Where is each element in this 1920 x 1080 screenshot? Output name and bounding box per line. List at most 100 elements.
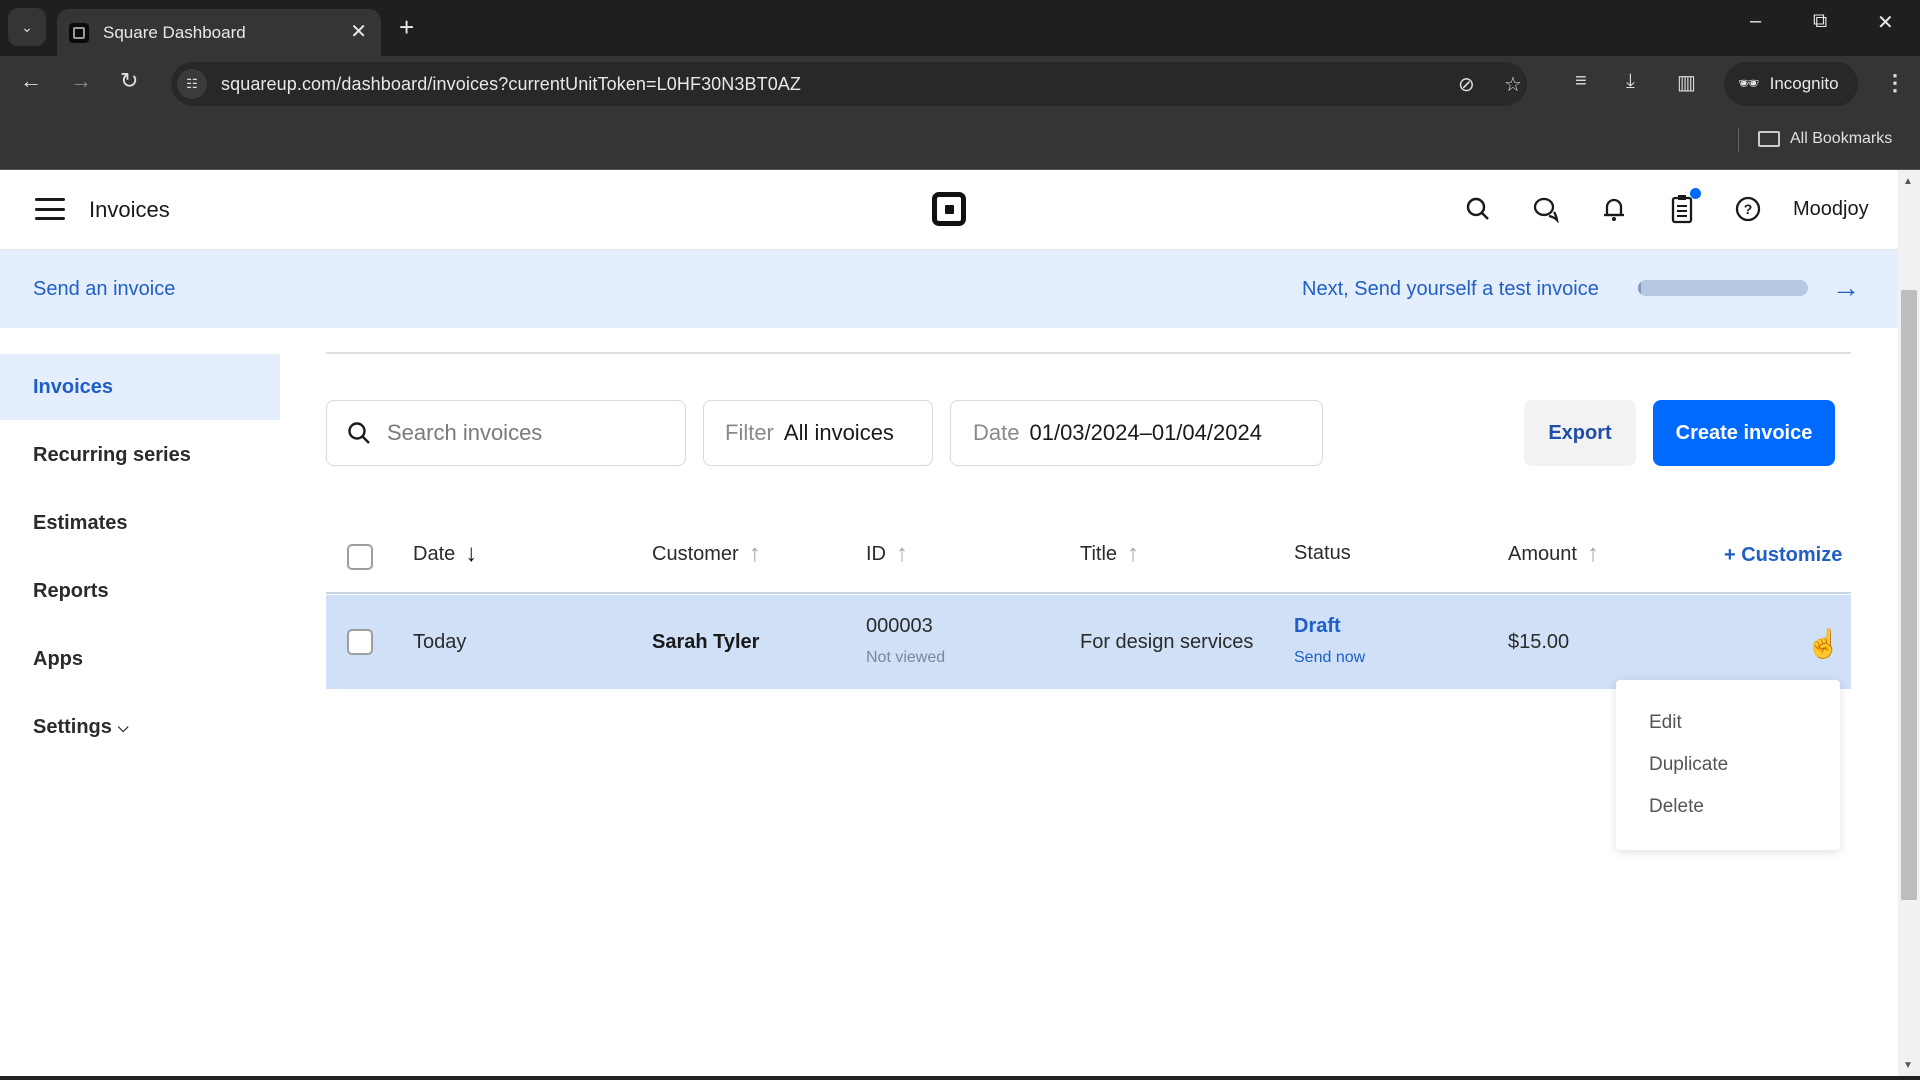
sidebar-item-label: Estimates xyxy=(33,511,128,534)
messages-icon[interactable] xyxy=(1531,194,1561,224)
column-label: Amount xyxy=(1508,542,1577,565)
folder-icon xyxy=(1758,131,1780,147)
kebab-icon[interactable]: ⋮ xyxy=(1884,70,1906,96)
sidebar-item-apps[interactable]: Apps xyxy=(0,626,280,692)
playlist-icon[interactable]: ≡ xyxy=(1575,70,1587,93)
account-menu[interactable]: Moodjoy xyxy=(1793,198,1869,221)
reload-icon[interactable]: ↻ xyxy=(120,68,138,94)
window-close-icon[interactable]: ✕ xyxy=(1877,10,1894,35)
menu-item-edit[interactable]: Edit xyxy=(1649,712,1682,734)
cell-amount: $15.00 xyxy=(1508,631,1570,653)
export-button[interactable]: Export xyxy=(1524,400,1636,466)
tune-icon[interactable]: ☷ xyxy=(177,69,207,99)
app-header: Invoices ? Moodjoy xyxy=(0,170,1898,250)
setup-banner: Send an invoice Next, Send yourself a te… xyxy=(0,250,1898,328)
arrow-left-icon[interactable]: ← xyxy=(20,68,42,94)
scroll-up-icon[interactable]: ▲ xyxy=(1903,176,1913,187)
column-header-id[interactable]: ID ↑ xyxy=(866,542,908,566)
help-icon[interactable]: ? xyxy=(1733,194,1763,224)
section-divider xyxy=(326,352,1851,354)
page-scrollbar[interactable]: ▲ ▼ xyxy=(1898,170,1920,1076)
select-all-checkbox[interactable] xyxy=(347,544,373,570)
scroll-down-icon[interactable]: ▼ xyxy=(1903,1060,1913,1071)
setup-progress-bar xyxy=(1638,280,1808,296)
plus-icon[interactable]: + xyxy=(399,12,414,43)
address-bar[interactable]: ☷ squareup.com/dashboard/invoices?curren… xyxy=(171,62,1527,106)
clipboard-icon[interactable] xyxy=(1667,188,1701,224)
column-header-customer[interactable]: Customer ↑ xyxy=(652,542,761,566)
status-badge: Draft xyxy=(1294,615,1341,637)
create-invoice-button[interactable]: Create invoice xyxy=(1653,400,1835,466)
hand-pointer-icon: ☝ xyxy=(1806,628,1841,659)
send-invoice-link[interactable]: Send an invoice xyxy=(33,278,175,301)
incognito-label: Incognito xyxy=(1769,74,1839,93)
column-label: Customer xyxy=(652,542,739,565)
setup-progress-fill xyxy=(1638,280,1642,296)
filter-value: All invoices xyxy=(783,420,894,445)
sidebar-item-label: Settings xyxy=(33,715,112,738)
search-input[interactable] xyxy=(387,420,657,446)
close-icon[interactable]: ✕ xyxy=(350,19,367,44)
browser-toolbar: ← → ↻ ☷ squareup.com/dashboard/invoices?… xyxy=(0,56,1920,112)
side-panel-icon[interactable]: ▥ xyxy=(1677,70,1696,95)
search-icon[interactable] xyxy=(1463,194,1493,224)
date-value: 01/03/2024–01/04/2024 xyxy=(1029,420,1262,445)
table-row[interactable]: Today Sarah Tyler 000003 Not viewed For … xyxy=(326,595,1851,689)
arrow-up-icon: ↑ xyxy=(748,540,761,567)
restore-icon[interactable]: ⧉ xyxy=(1813,10,1827,33)
minimize-icon[interactable]: – xyxy=(1750,10,1761,33)
filter-dropdown[interactable]: Filter All invoices xyxy=(703,400,933,466)
scrollbar-thumb[interactable] xyxy=(1901,290,1917,900)
incognito-icon: 🕶 xyxy=(1738,74,1760,93)
bell-icon[interactable] xyxy=(1599,194,1629,224)
column-header-date[interactable]: Date ↓ xyxy=(413,542,477,566)
tab-search-button[interactable]: ⌄ xyxy=(8,8,46,46)
sidebar-item-invoices[interactable]: Invoices xyxy=(0,354,280,420)
arrow-right-icon[interactable]: → xyxy=(1832,272,1860,304)
column-header-amount[interactable]: Amount ↑ xyxy=(1508,542,1599,566)
date-label: Date xyxy=(973,420,1020,445)
table-header: Date ↓ Customer ↑ ID ↑ Title ↑ Status Amount… xyxy=(326,520,1851,594)
page-title: Invoices xyxy=(89,197,170,222)
menu-item-delete[interactable]: Delete xyxy=(1649,796,1704,818)
sidebar-item-label: Reports xyxy=(33,579,109,602)
square-logo-icon[interactable] xyxy=(932,192,966,226)
sidebar-item-recurring-series[interactable]: Recurring series xyxy=(0,422,280,488)
arrow-right-icon[interactable]: → xyxy=(70,68,92,94)
download-icon[interactable]: ⤓ xyxy=(1626,70,1635,93)
row-checkbox[interactable] xyxy=(347,629,373,655)
star-icon[interactable]: ☆ xyxy=(1504,72,1522,97)
all-bookmarks-button[interactable]: All Bookmarks xyxy=(1758,130,1892,148)
row-actions-menu: Edit Duplicate Delete xyxy=(1616,680,1840,850)
next-step-link[interactable]: Next, Send yourself a test invoice xyxy=(1302,278,1599,301)
chevron-down-icon: ⌄ xyxy=(21,18,33,35)
browser-tabstrip: ⌄ Square Dashboard ✕ + – ⧉ ✕ xyxy=(0,0,1920,56)
send-now-link[interactable]: Send now xyxy=(1294,649,1365,667)
filter-label: Filter xyxy=(725,420,774,445)
browser-tab[interactable]: Square Dashboard ✕ xyxy=(57,9,381,56)
menu-item-duplicate[interactable]: Duplicate xyxy=(1649,754,1728,776)
url-text[interactable]: squareup.com/dashboard/invoices?currentU… xyxy=(221,74,801,95)
hamburger-menu-icon[interactable] xyxy=(35,198,65,220)
arrow-up-icon: ↑ xyxy=(1127,540,1140,567)
sidebar-item-estimates[interactable]: Estimates xyxy=(0,490,280,556)
cell-title: For design services xyxy=(1080,631,1254,653)
search-icon xyxy=(348,422,370,444)
search-invoices-field[interactable] xyxy=(326,400,686,466)
eye-off-icon[interactable]: ⊘ xyxy=(1458,72,1475,97)
customize-columns-link[interactable]: + Customize xyxy=(1724,544,1842,567)
incognito-badge[interactable]: 🕶 Incognito xyxy=(1724,62,1858,106)
cell-id: 000003 xyxy=(866,615,933,637)
cell-date: Today xyxy=(413,631,467,653)
sidebar-item-label: Recurring series xyxy=(33,443,191,466)
date-range-picker[interactable]: Date 01/03/2024–01/04/2024 xyxy=(950,400,1323,466)
column-header-status: Status xyxy=(1294,542,1351,565)
column-label: Date xyxy=(413,542,456,565)
row-actions-button[interactable]: ☝ xyxy=(1806,627,1841,660)
arrow-down-icon: ↓ xyxy=(465,540,478,567)
sidebar-item-settings[interactable]: Settings ⌵ xyxy=(0,694,280,760)
column-header-title[interactable]: Title ↑ xyxy=(1080,542,1139,566)
svg-text:?: ? xyxy=(1744,201,1753,217)
sidebar-item-reports[interactable]: Reports xyxy=(0,558,280,624)
bookmarks-bar: All Bookmarks xyxy=(0,112,1920,170)
